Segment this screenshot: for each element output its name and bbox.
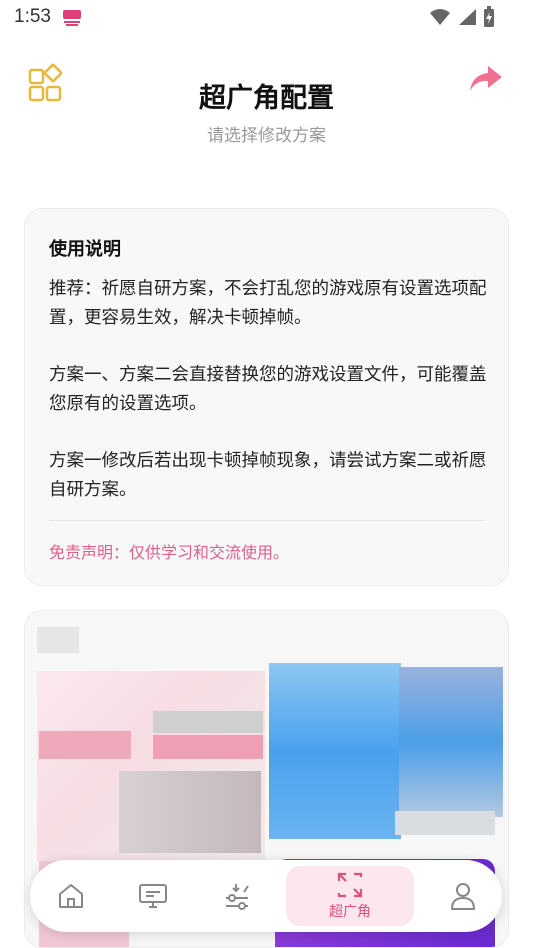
home-icon [59, 884, 83, 908]
nav-item-home[interactable] [46, 860, 96, 932]
banner-block [153, 735, 263, 759]
banner-image-blue [269, 663, 401, 839]
instructions-paragraph-1: 推荐：祈愿自研方案，不会打乱您的游戏原有设置选项配置，更容易生效，解决卡顿掉帧。 [49, 279, 487, 328]
instructions-paragraph-3: 方案一修改后若出现卡顿掉帧现象，请尝试方案二或祈愿自研方案。 [49, 451, 487, 500]
page-subtitle: 请选择修改方案 [207, 126, 326, 146]
monitor-icon [139, 884, 167, 908]
banner-block [39, 731, 131, 759]
signal-icon [459, 9, 476, 25]
app-notification-icon [63, 10, 81, 26]
instructions-paragraph-2: 方案一、方案二会直接替换您的游戏设置文件，可能覆盖您原有的设置选项。 [49, 365, 487, 414]
wifi-icon [430, 9, 450, 25]
nav-item-sliders[interactable] [212, 860, 262, 932]
status-bar: 1:53 [0, 0, 533, 36]
banner-block [119, 771, 261, 853]
instructions-heading: 使用说明 [49, 239, 121, 260]
disclaimer-text: 免责声明：仅供学习和交流使用。 [49, 543, 290, 562]
banner-block [395, 811, 495, 835]
nav-item-monitor[interactable] [128, 860, 178, 932]
banner-tag [37, 627, 79, 653]
banner-image-right [399, 667, 503, 817]
wide-angle-icon [337, 872, 363, 898]
nav-item-profile[interactable] [438, 860, 488, 932]
battery-charging-icon [484, 6, 494, 27]
status-time: 1:53 [14, 6, 51, 27]
page-header: 超广角配置 请选择修改方案 [0, 56, 533, 146]
banner-block [153, 711, 263, 733]
share-icon[interactable] [468, 64, 504, 94]
nav-item-wide-angle[interactable]: 超广角 [286, 860, 414, 932]
divider [49, 520, 484, 521]
instructions-card: 使用说明 推荐：祈愿自研方案，不会打乱您的游戏原有设置选项配置，更容易生效，解决… [24, 208, 509, 586]
sliders-icon [226, 884, 249, 910]
nav-label-wide-angle: 超广角 [329, 904, 371, 920]
bottom-nav: 超广角 [30, 860, 502, 932]
page-title: 超广角配置 [199, 83, 334, 114]
user-icon [451, 883, 475, 910]
